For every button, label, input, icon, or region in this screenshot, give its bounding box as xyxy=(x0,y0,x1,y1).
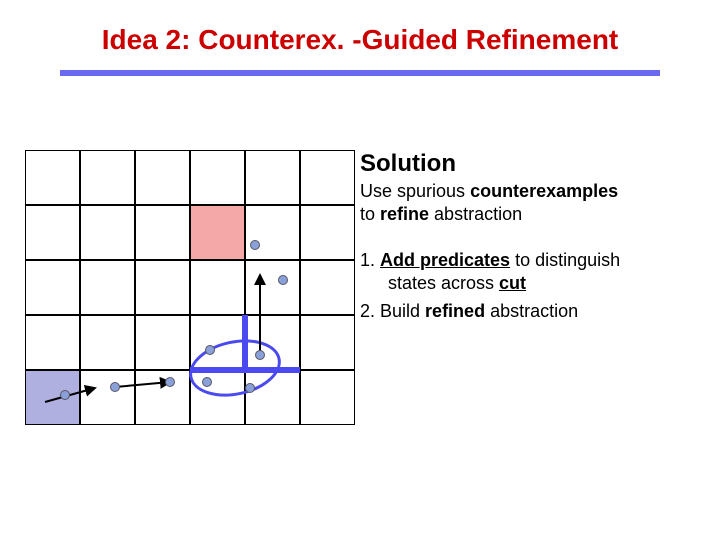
t: 1. xyxy=(360,250,380,270)
grid-svg xyxy=(25,150,355,425)
step-2: 2. Build refined abstraction xyxy=(360,300,700,323)
steps-list: 1. Add predicates to distinguish states … xyxy=(360,249,700,323)
t: to distinguish xyxy=(510,250,620,270)
t: 2. Build xyxy=(360,301,425,321)
title-underline xyxy=(60,70,660,76)
slide-title: Idea 2: Counterex. -Guided Refinement xyxy=(0,24,720,56)
t: Use spurious xyxy=(360,181,470,201)
solution-text: Use spurious counterexamples to refine a… xyxy=(360,180,700,225)
solution-heading: Solution xyxy=(360,150,700,178)
text-column: Solution Use spurious counterexamples to… xyxy=(360,150,700,327)
step-1: 1. Add predicates to distinguish states … xyxy=(360,249,700,296)
t: abstraction xyxy=(485,301,578,321)
grid-diagram xyxy=(25,150,355,425)
t-bold: refine xyxy=(380,204,429,224)
t: states across xyxy=(388,273,499,293)
t-bold: counterexamples xyxy=(470,181,618,201)
t: abstraction xyxy=(429,204,522,224)
t-bu: cut xyxy=(499,273,526,293)
t-bu: Add predicates xyxy=(380,250,510,270)
step-1-cont: states across cut xyxy=(360,272,700,295)
t-bold: refined xyxy=(425,301,485,321)
t: to xyxy=(360,204,380,224)
